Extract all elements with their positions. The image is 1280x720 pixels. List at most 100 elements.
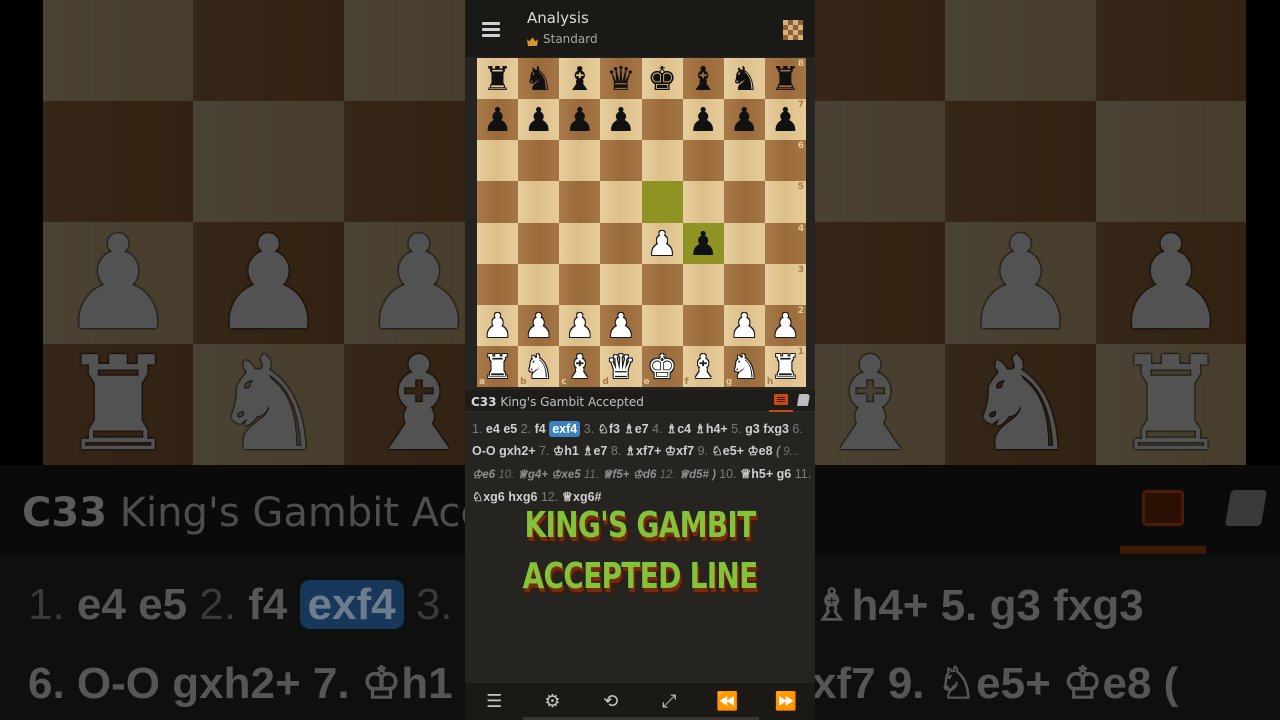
square-c8[interactable]: ♝ xyxy=(559,58,601,100)
square-f2[interactable] xyxy=(682,304,724,346)
black-pawn-icon[interactable]: ♟ xyxy=(518,99,559,140)
square-a3[interactable] xyxy=(477,263,519,305)
square-g3[interactable] xyxy=(723,263,765,305)
black-queen-icon[interactable]: ♛ xyxy=(600,58,641,99)
move[interactable]: ♔e8 xyxy=(747,444,772,458)
move[interactable]: ♔h1 xyxy=(553,444,579,458)
move[interactable]: ♔xf7 xyxy=(665,444,694,458)
square-b5[interactable] xyxy=(518,181,560,223)
black-knight-icon[interactable]: ♞ xyxy=(724,58,765,99)
square-a6[interactable] xyxy=(477,140,519,182)
square-g5[interactable] xyxy=(723,181,765,223)
square-c4[interactable] xyxy=(559,222,601,264)
square-e3[interactable] xyxy=(641,263,683,305)
white-pawn-icon[interactable]: ♟ xyxy=(724,305,765,346)
move[interactable]: ♗c4 xyxy=(666,422,691,436)
move[interactable]: ♘e5+ xyxy=(712,444,744,458)
square-c1[interactable]: ♝ c xyxy=(559,345,601,387)
black-knight-icon[interactable]: ♞ xyxy=(518,58,559,99)
move[interactable]: ♗e7 xyxy=(582,444,607,458)
square-d8[interactable]: ♛ xyxy=(600,58,642,100)
square-g8[interactable]: ♞ xyxy=(723,58,765,100)
white-pawn-icon[interactable]: ♟ xyxy=(518,305,559,346)
square-a2[interactable]: ♟ xyxy=(477,304,519,346)
move-list-icon[interactable]: ☰ xyxy=(474,687,514,717)
square-h6[interactable]: 6 xyxy=(764,140,806,182)
square-e6[interactable] xyxy=(641,140,683,182)
square-h4[interactable]: 4 xyxy=(764,222,806,264)
move[interactable]: ♘xg6 xyxy=(472,490,505,504)
black-rook-icon[interactable]: ♜ xyxy=(477,58,518,99)
square-f1[interactable]: ♝ f xyxy=(682,345,724,387)
square-a7[interactable]: ♟ xyxy=(477,99,519,141)
black-pawn-icon[interactable]: ♟ xyxy=(477,99,518,140)
white-pawn-icon[interactable]: ♟ xyxy=(477,305,518,346)
square-d5[interactable] xyxy=(600,181,642,223)
move[interactable]: ♕h5+ xyxy=(740,467,773,481)
move[interactable]: O-O xyxy=(472,444,496,458)
square-f5[interactable] xyxy=(682,181,724,223)
square-f4[interactable]: ♟ xyxy=(682,222,724,264)
square-e7[interactable] xyxy=(641,99,683,141)
board-settings-icon[interactable] xyxy=(783,20,803,40)
square-e8[interactable]: ♚ xyxy=(641,58,683,100)
move[interactable]: ♔xe5 xyxy=(551,469,581,481)
black-pawn-icon[interactable]: ♟ xyxy=(600,99,641,140)
square-c7[interactable]: ♟ xyxy=(559,99,601,141)
move[interactable]: ♕d5# xyxy=(679,469,709,481)
opening-book-tab-icon[interactable] xyxy=(796,394,811,406)
square-b2[interactable]: ♟ xyxy=(518,304,560,346)
square-c3[interactable] xyxy=(559,263,601,305)
square-g4[interactable] xyxy=(723,222,765,264)
square-b6[interactable] xyxy=(518,140,560,182)
square-a8[interactable]: ♜ xyxy=(477,58,519,100)
previous-move-icon[interactable]: ⏪ xyxy=(707,687,747,717)
square-c6[interactable] xyxy=(559,140,601,182)
black-pawn-icon[interactable]: ♟ xyxy=(683,99,724,140)
flip-board-icon[interactable]: ⟲ xyxy=(591,687,631,717)
square-d7[interactable]: ♟ xyxy=(600,99,642,141)
move[interactable]: ♗xf7+ xyxy=(625,444,662,458)
square-b8[interactable]: ♞ xyxy=(518,58,560,100)
square-f3[interactable] xyxy=(682,263,724,305)
move[interactable]: ♔e6 xyxy=(472,469,495,481)
move[interactable]: g6 xyxy=(777,467,792,481)
move[interactable]: ♗h4+ xyxy=(695,422,728,436)
square-b4[interactable] xyxy=(518,222,560,264)
square-g6[interactable] xyxy=(723,140,765,182)
chess-board[interactable]: ♜ ♞ ♝ ♛ ♚ ♝ ♞ ♜ 8 ♟ ♟ ♟ ♟ ♟ ♟ ♟ 7 6 5 ♟ ♟ 4 3 ♟ ♟ ♟ ♟ ♟ ♟ 2 ♜ a ♞ b ♝ c ♛ d ♚ e… xyxy=(477,58,806,387)
black-pawn-icon[interactable]: ♟ xyxy=(724,99,765,140)
square-e4[interactable]: ♟ xyxy=(641,222,683,264)
square-h8[interactable]: ♜ 8 xyxy=(764,58,806,100)
square-g2[interactable]: ♟ xyxy=(723,304,765,346)
white-bishop-icon[interactable]: ♝ xyxy=(683,346,724,387)
square-h5[interactable]: 5 xyxy=(764,181,806,223)
black-king-icon[interactable]: ♚ xyxy=(642,58,683,99)
move[interactable]: f4 xyxy=(535,422,546,436)
move[interactable]: ♘f3 xyxy=(598,422,620,436)
square-e5[interactable] xyxy=(641,181,683,223)
square-b1[interactable]: ♞ b xyxy=(518,345,560,387)
moves-tab-icon[interactable] xyxy=(774,394,788,405)
square-f8[interactable]: ♝ xyxy=(682,58,724,100)
square-h3[interactable]: 3 xyxy=(764,263,806,305)
square-g1[interactable]: ♞ g xyxy=(723,345,765,387)
square-b3[interactable] xyxy=(518,263,560,305)
square-c5[interactable] xyxy=(559,181,601,223)
square-e1[interactable]: ♚ e xyxy=(641,345,683,387)
square-b7[interactable]: ♟ xyxy=(518,99,560,141)
black-bishop-icon[interactable]: ♝ xyxy=(683,58,724,99)
white-pawn-icon[interactable]: ♟ xyxy=(559,305,600,346)
square-d3[interactable] xyxy=(600,263,642,305)
square-f7[interactable]: ♟ xyxy=(682,99,724,141)
square-f6[interactable] xyxy=(682,140,724,182)
square-h2[interactable]: ♟ 2 xyxy=(764,304,806,346)
move[interactable]: ♕f5+ xyxy=(602,469,629,481)
move[interactable]: e5 xyxy=(503,422,517,436)
settings-gear-icon[interactable]: ⚙ xyxy=(532,687,572,717)
square-a1[interactable]: ♜ a xyxy=(477,345,519,387)
move[interactable]: g3 xyxy=(745,422,760,436)
hamburger-menu-icon[interactable] xyxy=(482,22,500,38)
square-d2[interactable]: ♟ xyxy=(600,304,642,346)
move[interactable]: fxg3 xyxy=(763,422,789,436)
